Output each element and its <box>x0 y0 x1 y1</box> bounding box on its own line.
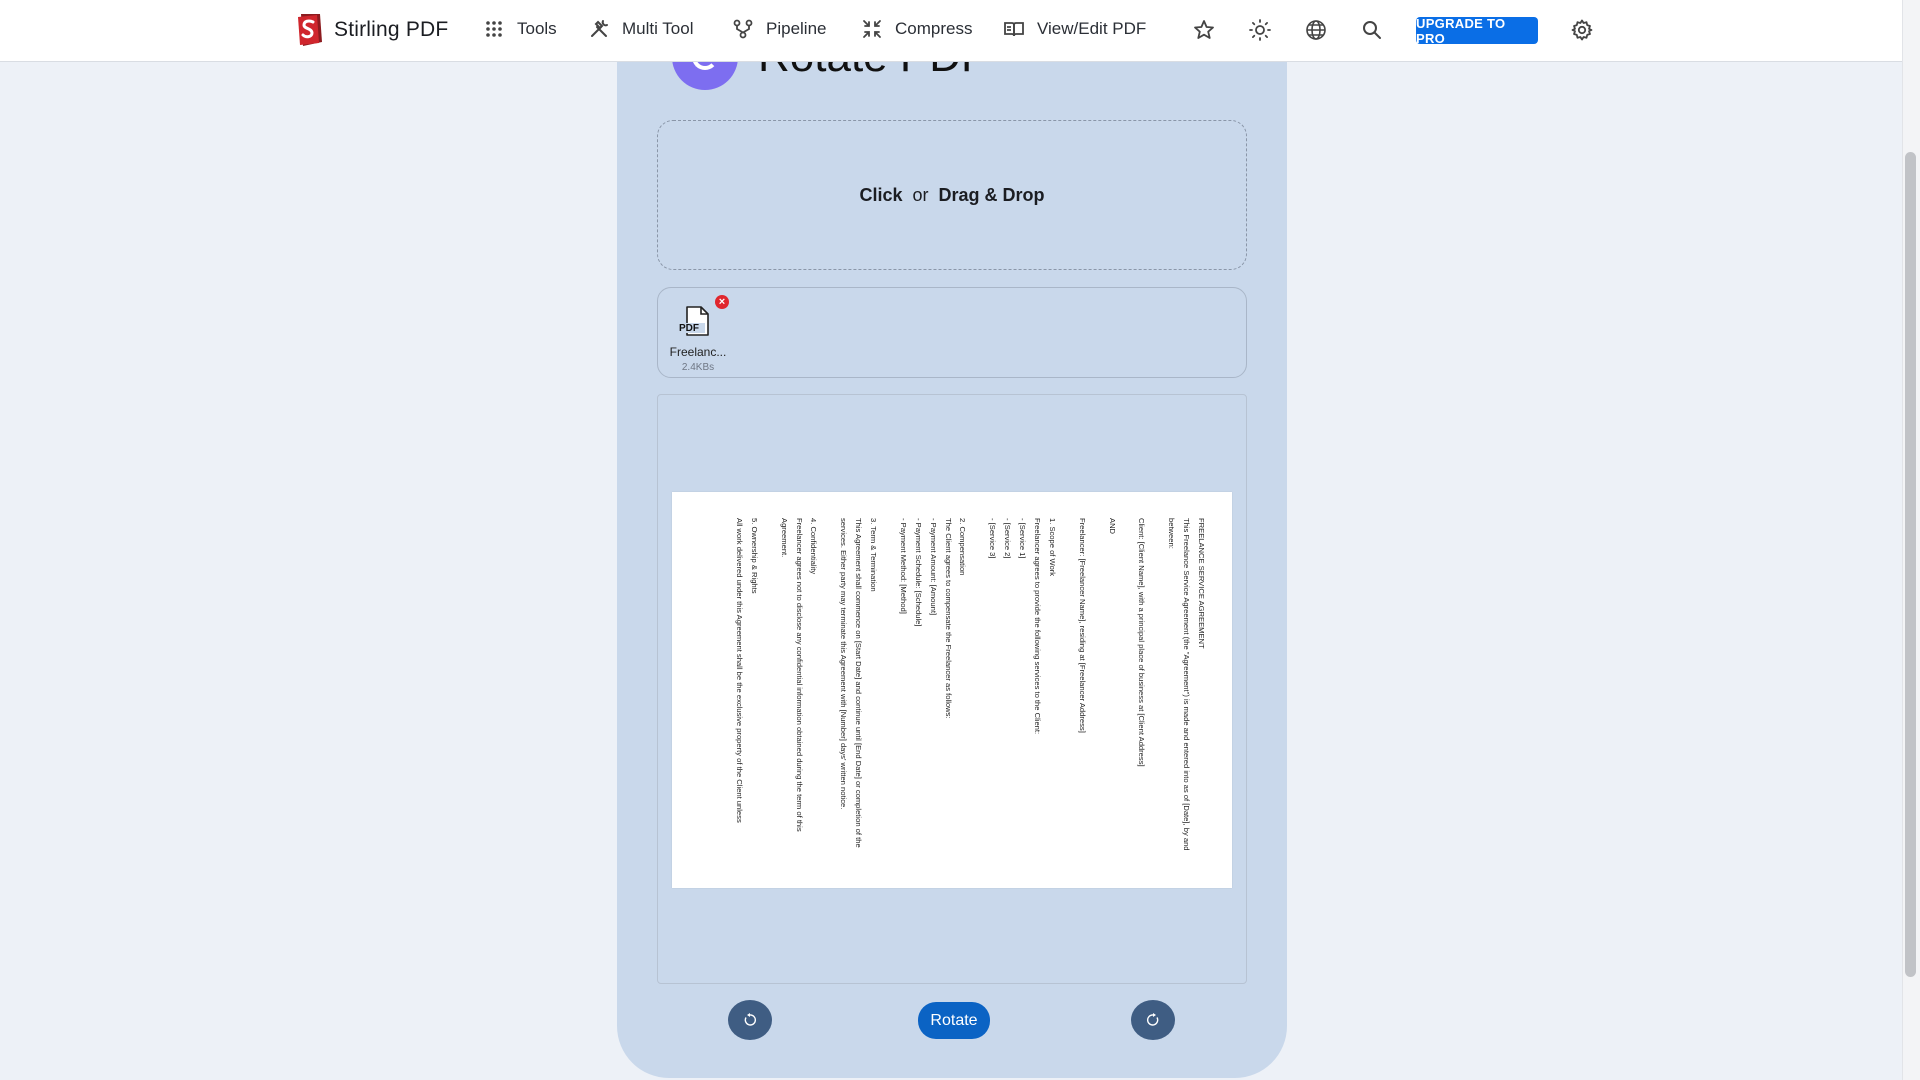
pdf-page-preview: FREELANCE SERVICE AGREEMENT This Freelanc… <box>672 492 1232 888</box>
rotate-ccw-icon <box>744 1013 756 1026</box>
top-navbar: Stirling PDF Tools Multi Tool Pipeline C… <box>0 0 1902 62</box>
pdf-text-line <box>970 518 985 862</box>
pdf-text-line: 5. Ownership & Rights <box>749 518 759 594</box>
nav-multi-tool-label: Multi Tool <box>622 19 694 38</box>
pdf-text-line: All work delivered under this Agreement … <box>734 518 744 823</box>
rotate-cw-icon <box>1147 1013 1159 1026</box>
pdf-text-line <box>761 518 776 862</box>
pdf-text-line: 2. Compensation <box>958 518 968 576</box>
stirling-logo-icon <box>298 14 322 46</box>
nav-tools[interactable]: Tools <box>483 18 557 40</box>
nav-compress[interactable]: Compress <box>861 18 972 40</box>
pdf-text-line <box>1059 518 1074 862</box>
upgrade-to-pro-button[interactable]: UPGRADE TO PRO <box>1416 16 1538 46</box>
pdf-text-line: - Payment Schedule: [Schedule] <box>913 518 923 627</box>
rotate-left-button[interactable] <box>728 1000 772 1040</box>
pdf-text-line <box>820 518 835 862</box>
pdf-text-line: - [Service 1] <box>1018 518 1028 559</box>
pdf-text-line: AND <box>1107 518 1117 535</box>
pdf-text-line: This Agreement shall commence on [Start … <box>854 518 864 848</box>
search-icon[interactable] <box>1360 18 1384 42</box>
pdf-text-line: Agreement. <box>779 518 789 558</box>
nav-view-edit-pdf[interactable]: View/Edit PDF <box>1003 18 1146 40</box>
globe-icon[interactable] <box>1304 18 1328 42</box>
nav-compress-label: Compress <box>895 19 973 38</box>
file-name: Freelanc... <box>669 345 727 359</box>
pdf-text-line: - [Service 2] <box>1003 518 1013 559</box>
pdf-text-line: FREELANCE SERVICE AGREEMENT <box>1197 518 1206 649</box>
pdf-page-text: FREELANCE SERVICE AGREEMENT This Freelanc… <box>672 492 1232 888</box>
pdf-text-line: This Freelance Service Agreement (the "A… <box>1182 518 1192 851</box>
rotate-button[interactable]: Rotate <box>918 1002 990 1039</box>
pdf-text-line: Freelancer agrees to provide the followi… <box>1033 518 1043 735</box>
dropzone-or-text: or <box>912 184 929 205</box>
grid-icon <box>486 21 502 37</box>
pdf-text-line: services. Either party may terminate thi… <box>839 518 849 810</box>
star-icon[interactable] <box>1192 18 1216 42</box>
app-name: Stirling PDF <box>334 18 449 41</box>
sun-icon[interactable] <box>1248 18 1272 42</box>
file-tile[interactable]: PDF × Freelanc... 2.4KBs <box>663 293 733 373</box>
dropzone-drag-text: Drag & Drop <box>938 184 1045 205</box>
page-scrollbar-thumb[interactable] <box>1905 152 1916 977</box>
pdf-text-line: 3. Term & Termination <box>869 518 879 592</box>
pdf-text-line: 4. Confidentiality <box>809 518 819 575</box>
nav-pipeline-label: Pipeline <box>766 19 827 38</box>
pdf-text-line: Freelancer agrees not to disclose any co… <box>794 518 804 832</box>
pdf-text-line: - [Service 3] <box>988 518 998 559</box>
pdf-text-line: - Payment Method: [Method] <box>898 518 908 614</box>
rotate-right-button[interactable] <box>1131 1000 1175 1040</box>
gear-icon[interactable] <box>1570 18 1594 42</box>
brand[interactable]: Stirling PDF <box>296 12 448 48</box>
pdf-text-line <box>1089 518 1104 862</box>
pdf-text-line <box>1148 518 1163 862</box>
nav-tools-label: Tools <box>517 19 557 38</box>
nav-multi-tool[interactable]: Multi Tool <box>588 18 694 40</box>
pdf-type-label: PDF <box>679 323 699 334</box>
pdf-text-line: The Client agrees to compensate the Free… <box>943 518 953 719</box>
pdf-text-line: - Payment Amount: [Amount] <box>928 518 938 616</box>
pdf-text-line: between: <box>1167 518 1177 549</box>
pipeline-icon <box>733 19 753 39</box>
pdf-text-line: Freelancer: [Freelancer Name], residing … <box>1077 518 1087 733</box>
nav-pipeline[interactable]: Pipeline <box>732 18 827 40</box>
nav-view-edit-pdf-label: View/Edit PDF <box>1037 19 1147 38</box>
book-icon <box>1004 22 1024 37</box>
file-size: 2.4KBs <box>681 362 715 373</box>
pdf-text-line <box>1119 518 1134 862</box>
pdf-text-line <box>880 518 895 862</box>
selected-files-box: PDF × Freelanc... 2.4KBs <box>657 287 1247 378</box>
pdf-text-line: Client: [Client Name], with a principal … <box>1137 518 1147 767</box>
compress-icon <box>863 20 881 38</box>
pdf-text-line: 1. Scope of Work <box>1047 518 1057 577</box>
wrench-hammer-icon <box>591 20 608 37</box>
remove-file-icon[interactable]: × <box>715 295 729 309</box>
dropzone-click-text: Click <box>859 184 903 205</box>
file-dropzone[interactable]: Click or Drag & Drop <box>657 120 1247 270</box>
